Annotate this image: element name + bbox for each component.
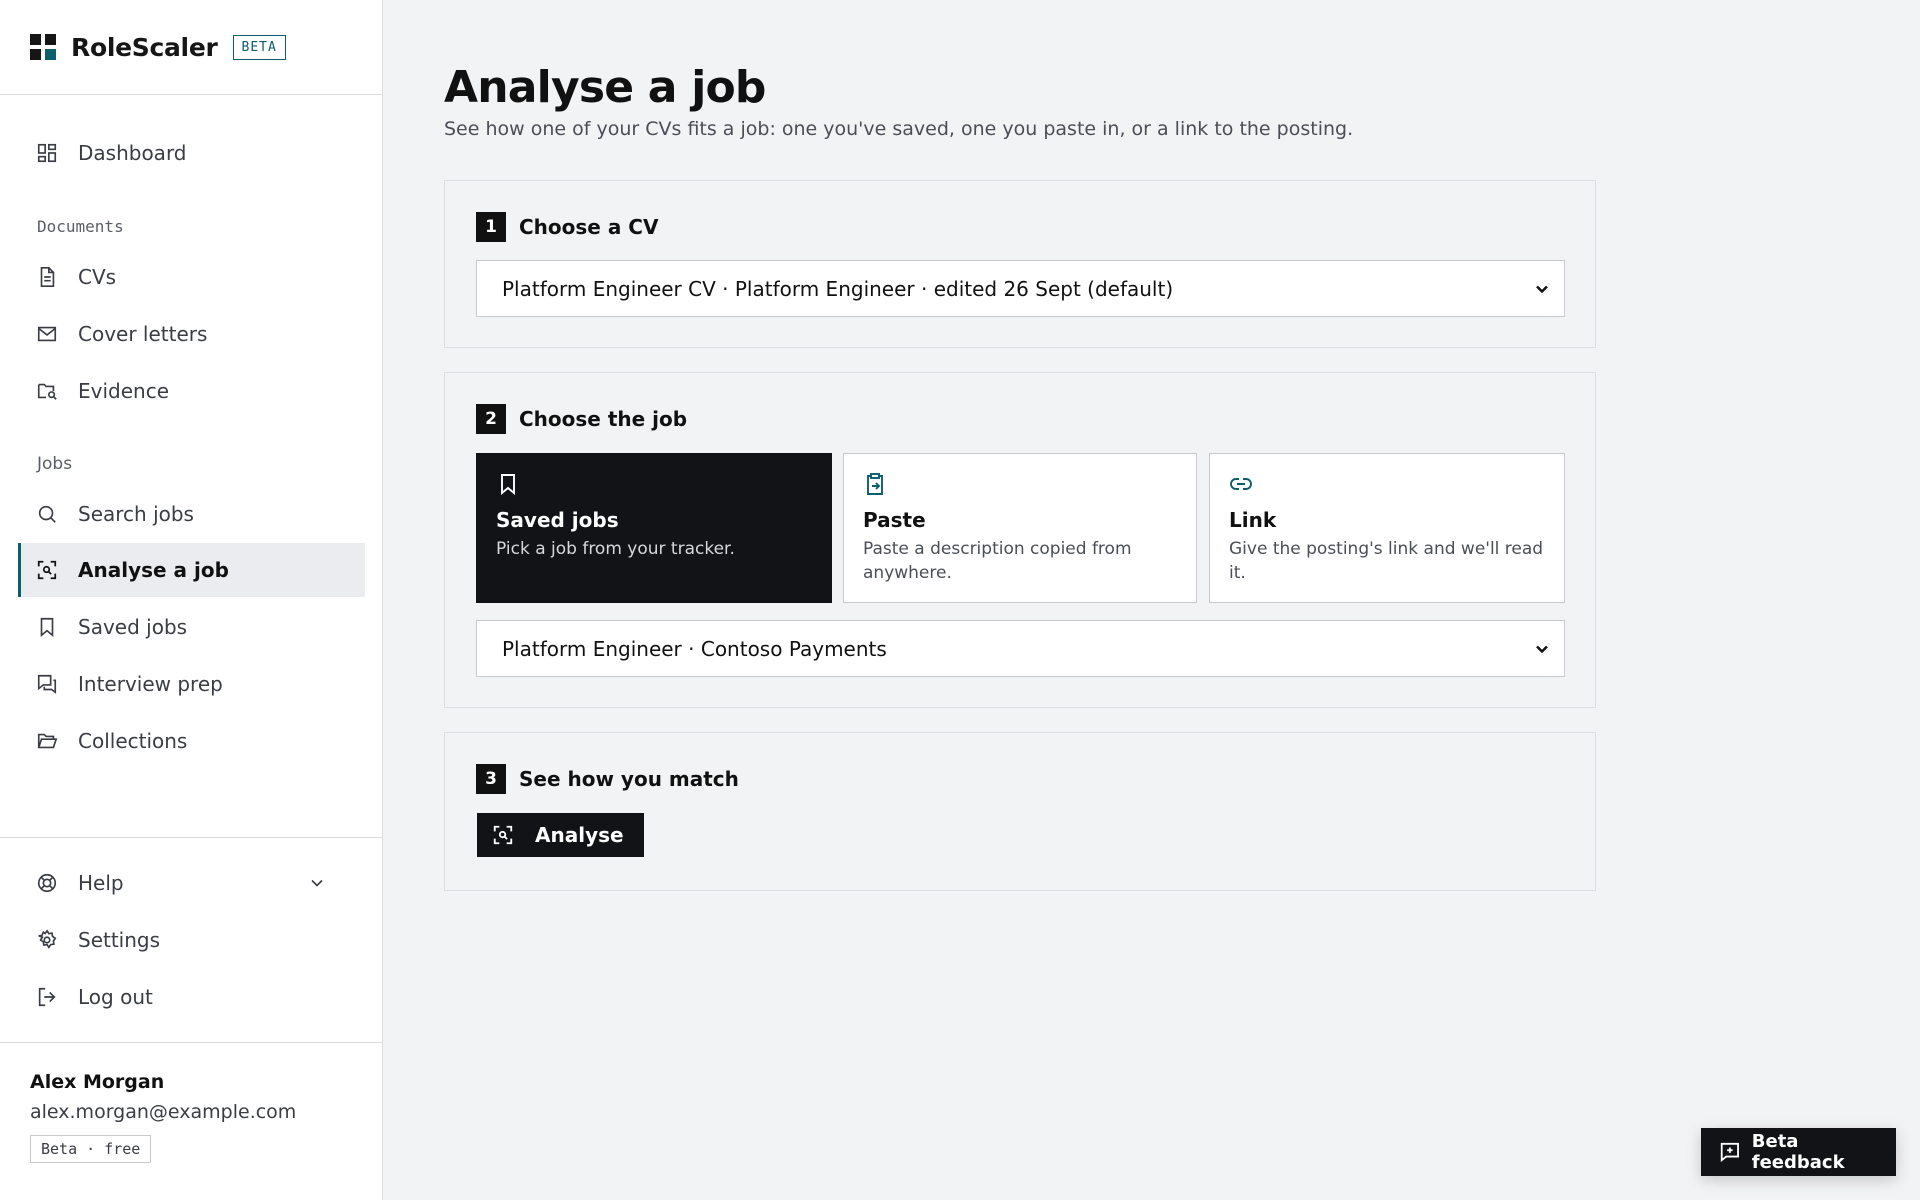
sidebar-item-help[interactable]: Help [18,856,365,910]
option-description: Pick a job from your tracker. [496,539,735,559]
chevron-down-icon [1536,645,1548,654]
option-title: Saved jobs [496,508,619,532]
step-title: See how you match [519,767,739,791]
sidebar-item-label: Analyse a job [78,558,229,582]
sidebar-bottom-divider [0,837,382,838]
link-icon [1230,478,1252,490]
lifebuoy-icon [37,873,57,893]
bookmark-icon [40,617,54,638]
chevron-down-icon[interactable] [307,873,327,893]
job-source-link[interactable]: Link Give the posting's link and we'll r… [1209,453,1565,603]
beta-feedback-button[interactable]: Beta feedback [1701,1128,1896,1176]
sidebar-item-label: Log out [78,985,153,1009]
step-number: 2 [476,404,506,434]
sidebar-item-label: Saved jobs [78,615,188,639]
sidebar-item-label: Settings [78,928,161,952]
sidebar-item-log-out[interactable]: Log out [18,970,365,1024]
sidebar: RoleScaler BETA Dashboard Documents CVs … [0,0,383,1200]
job-select-value: Platform Engineer · Contoso Payments [502,636,887,661]
step-header: 1 Choose a CV [476,212,658,242]
user-email: alex.morgan@example.com [30,1101,297,1123]
page-subtitle: See how one of your CVs fits a job: one … [444,118,1354,140]
sidebar-item-label: Search jobs [78,502,194,526]
dashboard-icon [37,143,57,163]
app-name: RoleScaler [71,32,218,62]
clipboard-icon [867,473,883,495]
section-label-documents: Documents [37,217,124,236]
sidebar-item-cvs[interactable]: CVs [18,250,365,304]
beta-badge: BETA [232,34,286,60]
sidebar-item-label: Cover letters [78,322,208,346]
sidebar-item-search-jobs[interactable]: Search jobs [18,487,365,541]
logout-icon [38,987,56,1007]
cv-select-value: Platform Engineer CV · Platform Engineer… [502,276,1174,301]
step-header: 2 Choose the job [476,404,687,434]
message-plus-icon [1720,1142,1739,1163]
step-choose-cv: 1 Choose a CV Platform Engineer CV · Pla… [444,180,1596,348]
chat-icon [37,674,57,694]
beta-feedback-label: Beta feedback [1751,1131,1845,1173]
folder-search-icon [37,383,57,400]
folder-open-icon [37,733,58,749]
bookmark-icon [501,474,515,496]
user-name: Alex Morgan [30,1071,165,1093]
logo-icon [30,34,56,60]
job-source-paste[interactable]: Paste Paste a description copied from an… [843,453,1197,603]
sidebar-item-settings[interactable]: Settings [18,913,365,967]
option-description: Give the posting's link and we'll read i… [1229,539,1544,583]
sidebar-item-label: Interview prep [78,672,223,696]
search-icon [38,505,56,523]
option-description: Paste a description copied from anywhere… [863,539,1132,583]
step-title: Choose the job [519,407,688,431]
sidebar-item-label: CVs [78,265,117,289]
job-source-saved-jobs[interactable]: Saved jobs Pick a job from your tracker. [476,453,832,603]
analyse-button[interactable]: Analyse [477,813,644,857]
brand: RoleScaler BETA [0,0,382,95]
cv-select[interactable]: Platform Engineer CV · Platform Engineer… [476,260,1565,317]
gear-icon [38,929,57,949]
sidebar-item-label: Collections [78,729,188,753]
document-icon [40,267,55,287]
plan-badge: Beta · free [30,1135,152,1163]
step-choose-job: 2 Choose the job Saved jobs Pick a job f… [444,372,1596,708]
sidebar-item-saved-jobs[interactable]: Saved jobs [18,600,365,654]
sidebar-item-dashboard[interactable]: Dashboard [18,126,365,180]
mail-icon [37,326,57,342]
sidebar-item-evidence[interactable]: Evidence [18,364,365,418]
sidebar-item-interview-prep[interactable]: Interview prep [18,657,365,711]
page-title: Analyse a job [444,62,766,113]
option-title: Link [1229,508,1277,532]
chevron-down-icon [1536,285,1548,294]
sidebar-item-analyse-a-job[interactable]: Analyse a job [18,543,365,597]
scan-search-icon [37,560,57,580]
step-title: Choose a CV [519,215,659,239]
step-number: 3 [476,764,506,794]
step-header: 3 See how you match [476,764,739,794]
user-profile: Alex Morgan alex.morgan@example.com Beta… [0,1042,382,1200]
scan-search-icon [493,825,513,845]
section-label-jobs: Jobs [37,454,73,474]
sidebar-item-label: Evidence [78,379,170,403]
sidebar-item-label: Help [78,871,124,895]
analyse-button-label: Analyse [535,823,624,847]
sidebar-item-label: Dashboard [78,141,187,165]
job-select[interactable]: Platform Engineer · Contoso Payments [476,620,1565,677]
step-see-match: 3 See how you match Analyse [444,732,1596,891]
step-number: 1 [476,212,506,242]
sidebar-item-cover-letters[interactable]: Cover letters [18,307,365,361]
option-title: Paste [863,508,926,532]
sidebar-item-collections[interactable]: Collections [18,714,365,768]
